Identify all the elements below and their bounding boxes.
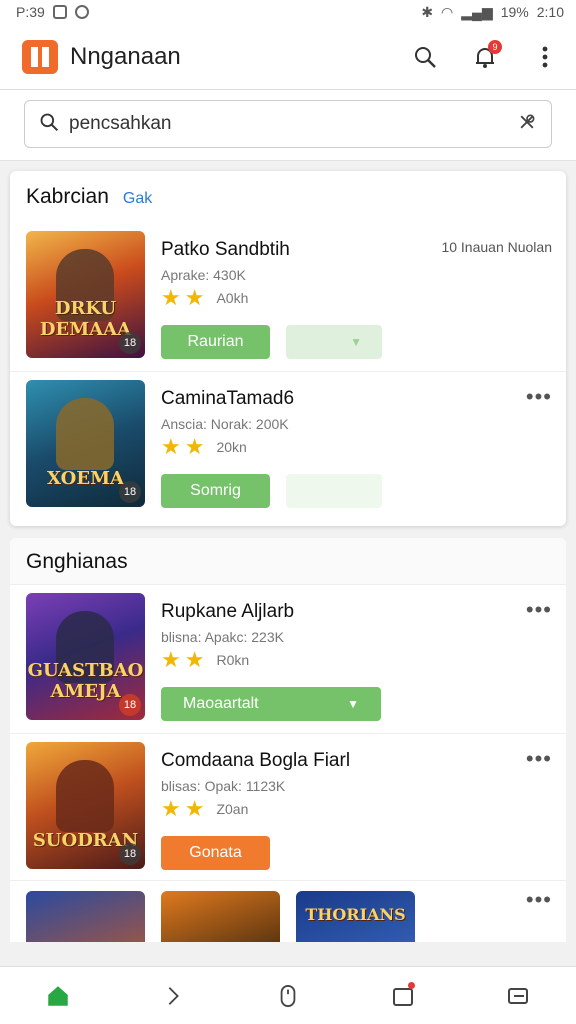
age-rating-badge: 18 — [119, 332, 141, 354]
star-icon: ★ — [161, 434, 181, 459]
vpn-icon — [74, 5, 89, 19]
notification-badge: 9 — [488, 39, 502, 54]
game-thumbnail[interactable]: SUODRAN 18 — [26, 742, 145, 869]
bottom-navigation — [0, 966, 576, 1024]
game-meta: blisna: Apakc: 223K — [161, 629, 284, 645]
battery-text: 19% — [500, 4, 529, 20]
nav-downloads[interactable] — [381, 974, 425, 1018]
game-title: Comdaana Bogla Fiarl — [161, 750, 351, 771]
search-box[interactable] — [24, 100, 552, 148]
search-field-icon — [39, 112, 59, 137]
nav-badge-dot — [408, 981, 416, 989]
star-icon: ★ — [184, 647, 205, 672]
featured-title: Kabrcian — [26, 185, 109, 208]
star-icon: ★ — [184, 796, 205, 821]
game-size: A0kh — [216, 290, 249, 306]
notifications-icon[interactable]: 9 — [472, 39, 502, 70]
nav-home[interactable] — [36, 974, 80, 1018]
gallery-icon — [52, 5, 67, 19]
game-row[interactable]: SUODRAN 18 Comdaana Bogla Fiarl ••• blis… — [10, 733, 566, 880]
more-options-icon[interactable]: ••• — [526, 887, 552, 913]
signal-icon: ▂▄▆ — [461, 3, 493, 20]
game-thumbnail[interactable]: DRKU DEMAAA 18 — [26, 231, 145, 358]
more-options-icon[interactable]: ••• — [526, 384, 552, 410]
dropdown-button[interactable]: ▼ — [286, 325, 382, 359]
section-list: Gnghianas GUASTBAO AMEJA 18 Rupkane Aljl… — [10, 538, 566, 942]
app-logo-icon — [22, 39, 58, 74]
featured-link[interactable]: Gak — [123, 190, 152, 208]
game-size: Z0an — [216, 801, 249, 817]
character-art — [56, 398, 114, 470]
primary-action-button[interactable]: Gonata — [161, 836, 270, 870]
app-title: Nnganaan — [70, 42, 181, 70]
game-row[interactable]: DRKU DEMAAA 18 Patko Sandbtih 10 Inauan … — [10, 223, 566, 369]
wifi-icon: ◠ — [441, 3, 454, 20]
age-rating-badge: 18 — [119, 843, 141, 865]
search-icon[interactable] — [412, 44, 438, 70]
age-rating-badge: 18 — [119, 481, 141, 503]
chevron-right-icon — [168, 986, 179, 1005]
chevron-down-icon: ▼ — [347, 697, 359, 711]
app-bar: Nnganaan 9 — [0, 24, 576, 90]
nav-forward[interactable] — [151, 974, 195, 1018]
game-thumbnail[interactable] — [161, 891, 280, 942]
controller-icon — [280, 984, 296, 1007]
button-label: Maoaartalt — [183, 695, 259, 712]
primary-action-button[interactable]: Somrig — [161, 474, 270, 508]
search-input[interactable] — [69, 113, 517, 135]
game-thumbnail[interactable]: XOEMA 18 — [26, 380, 145, 507]
age-rating-badge: 18 — [119, 694, 141, 716]
game-meta: Aprake: 430K — [161, 267, 246, 283]
wallet-icon — [508, 987, 529, 1004]
star-icon: ★ — [161, 796, 181, 821]
game-size: 20kn — [216, 439, 247, 455]
clock: 2:10 — [536, 4, 564, 20]
nav-account[interactable] — [496, 974, 540, 1018]
thumbnail-title: THORIANS — [305, 905, 406, 924]
game-meta: Anscia: Norak: 200K — [161, 416, 289, 432]
clear-search-icon[interactable] — [517, 112, 537, 137]
game-row[interactable]: XOEMA 18 CaminaTamad6 ••• Anscia: Norak:… — [10, 371, 566, 518]
more-options-icon[interactable]: ••• — [526, 597, 552, 623]
overflow-menu-icon[interactable] — [532, 44, 558, 70]
thumbnail-strip: THORIANS ••• — [10, 880, 566, 942]
primary-action-button[interactable]: Raurian — [161, 325, 270, 359]
character-art — [56, 760, 114, 832]
section-title: Gnghianas — [10, 538, 566, 585]
bluetooth-icon: ✱ — [421, 3, 434, 20]
primary-action-button[interactable]: Maoaartalt ▼ — [161, 687, 381, 721]
home-icon — [47, 985, 68, 1006]
star-icon: ★ — [161, 647, 181, 672]
game-row[interactable]: GUASTBAO AMEJA 18 Rupkane Aljlarb ••• bl… — [10, 585, 566, 731]
nav-games[interactable] — [266, 974, 310, 1018]
secondary-button[interactable] — [286, 474, 382, 508]
search-bar-container — [0, 90, 576, 161]
game-thumbnail[interactable]: GUASTBAO AMEJA 18 — [26, 593, 145, 720]
game-size: R0kn — [216, 652, 250, 668]
game-thumbnail[interactable] — [26, 891, 145, 942]
game-meta: blisas: Opak: 1123K — [161, 778, 286, 794]
status-bar: P:39 ✱ ◠ ▂▄▆ 19% 2:10 — [0, 0, 576, 24]
game-title: CaminaTamad6 — [161, 388, 295, 409]
game-note: 10 Inauan Nuolan — [441, 239, 552, 255]
status-left-text: P:39 — [16, 4, 45, 20]
game-thumbnail[interactable]: THORIANS — [296, 891, 415, 942]
featured-card: Kabrcian Gak DRKU DEMAAA 18 Patko Sandbt… — [10, 171, 566, 526]
star-icon: ★ — [184, 285, 205, 310]
more-options-icon[interactable]: ••• — [526, 746, 552, 772]
star-icon: ★ — [161, 285, 181, 310]
game-title: Rupkane Aljlarb — [161, 601, 295, 622]
chevron-down-icon: ▼ — [350, 335, 362, 349]
star-icon: ★ — [184, 434, 205, 459]
